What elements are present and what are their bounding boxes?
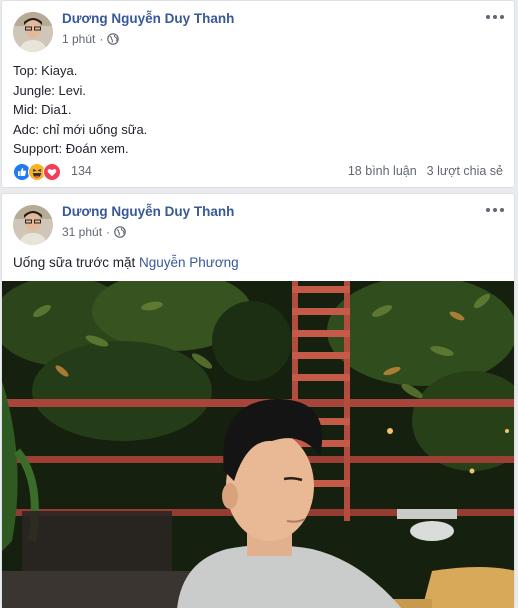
tagged-user-link[interactable]: Nguyễn Phương <box>139 255 239 270</box>
timestamp[interactable]: 31 phút <box>62 225 102 239</box>
post-text: Top: Kiaya. Jungle: Levi. Mid: Dia1. Adc… <box>13 61 147 159</box>
post-text: Uống sữa trước mặt Nguyễn Phương <box>13 253 239 273</box>
text-line: Top: Kiaya. <box>13 63 78 78</box>
post-stats: 134 18 bình luận 3 lượt chia sẻ <box>13 162 503 182</box>
reaction-count[interactable]: 134 <box>71 164 92 178</box>
love-icon <box>43 163 61 181</box>
comment-count[interactable]: 18 bình luận <box>348 164 417 178</box>
globe-icon <box>107 33 120 45</box>
post-header: Dương Nguyễn Duy Thanh 1 phút · <box>2 1 514 52</box>
more-options-icon[interactable] <box>486 11 504 23</box>
author-name[interactable]: Dương Nguyễn Duy Thanh <box>62 11 234 26</box>
post-meta: 31 phút · <box>62 225 126 239</box>
text-line: Mid: Dia1. <box>13 102 72 117</box>
author-name[interactable]: Dương Nguyễn Duy Thanh <box>62 204 234 219</box>
post-photo[interactable] <box>2 281 514 608</box>
globe-icon <box>114 226 126 238</box>
post-card: Dương Nguyễn Duy Thanh 31 phút · Uống sữ… <box>1 193 515 608</box>
timestamp[interactable]: 1 phút <box>62 32 95 46</box>
text-line: Adc: chỉ mới uống sữa. <box>13 121 148 137</box>
text-line: Jungle: Levi. <box>13 82 86 98</box>
post-text-content: Uống sữa trước mặt <box>13 255 136 270</box>
more-options-icon[interactable] <box>486 204 504 216</box>
share-count[interactable]: 3 lượt chia sẻ <box>427 164 503 178</box>
reaction-icons[interactable] <box>13 163 61 181</box>
engagement-stats: 18 bình luận 3 lượt chia sẻ <box>348 164 503 178</box>
post-card: Dương Nguyễn Duy Thanh 1 phút · Top: Kia… <box>1 0 515 188</box>
post-meta: 1 phút · <box>62 32 120 46</box>
text-line: Support: Đoán xem. <box>13 141 129 156</box>
avatar[interactable] <box>13 12 53 52</box>
avatar[interactable] <box>13 205 53 245</box>
post-header: Dương Nguyễn Duy Thanh 31 phút · <box>2 194 514 245</box>
